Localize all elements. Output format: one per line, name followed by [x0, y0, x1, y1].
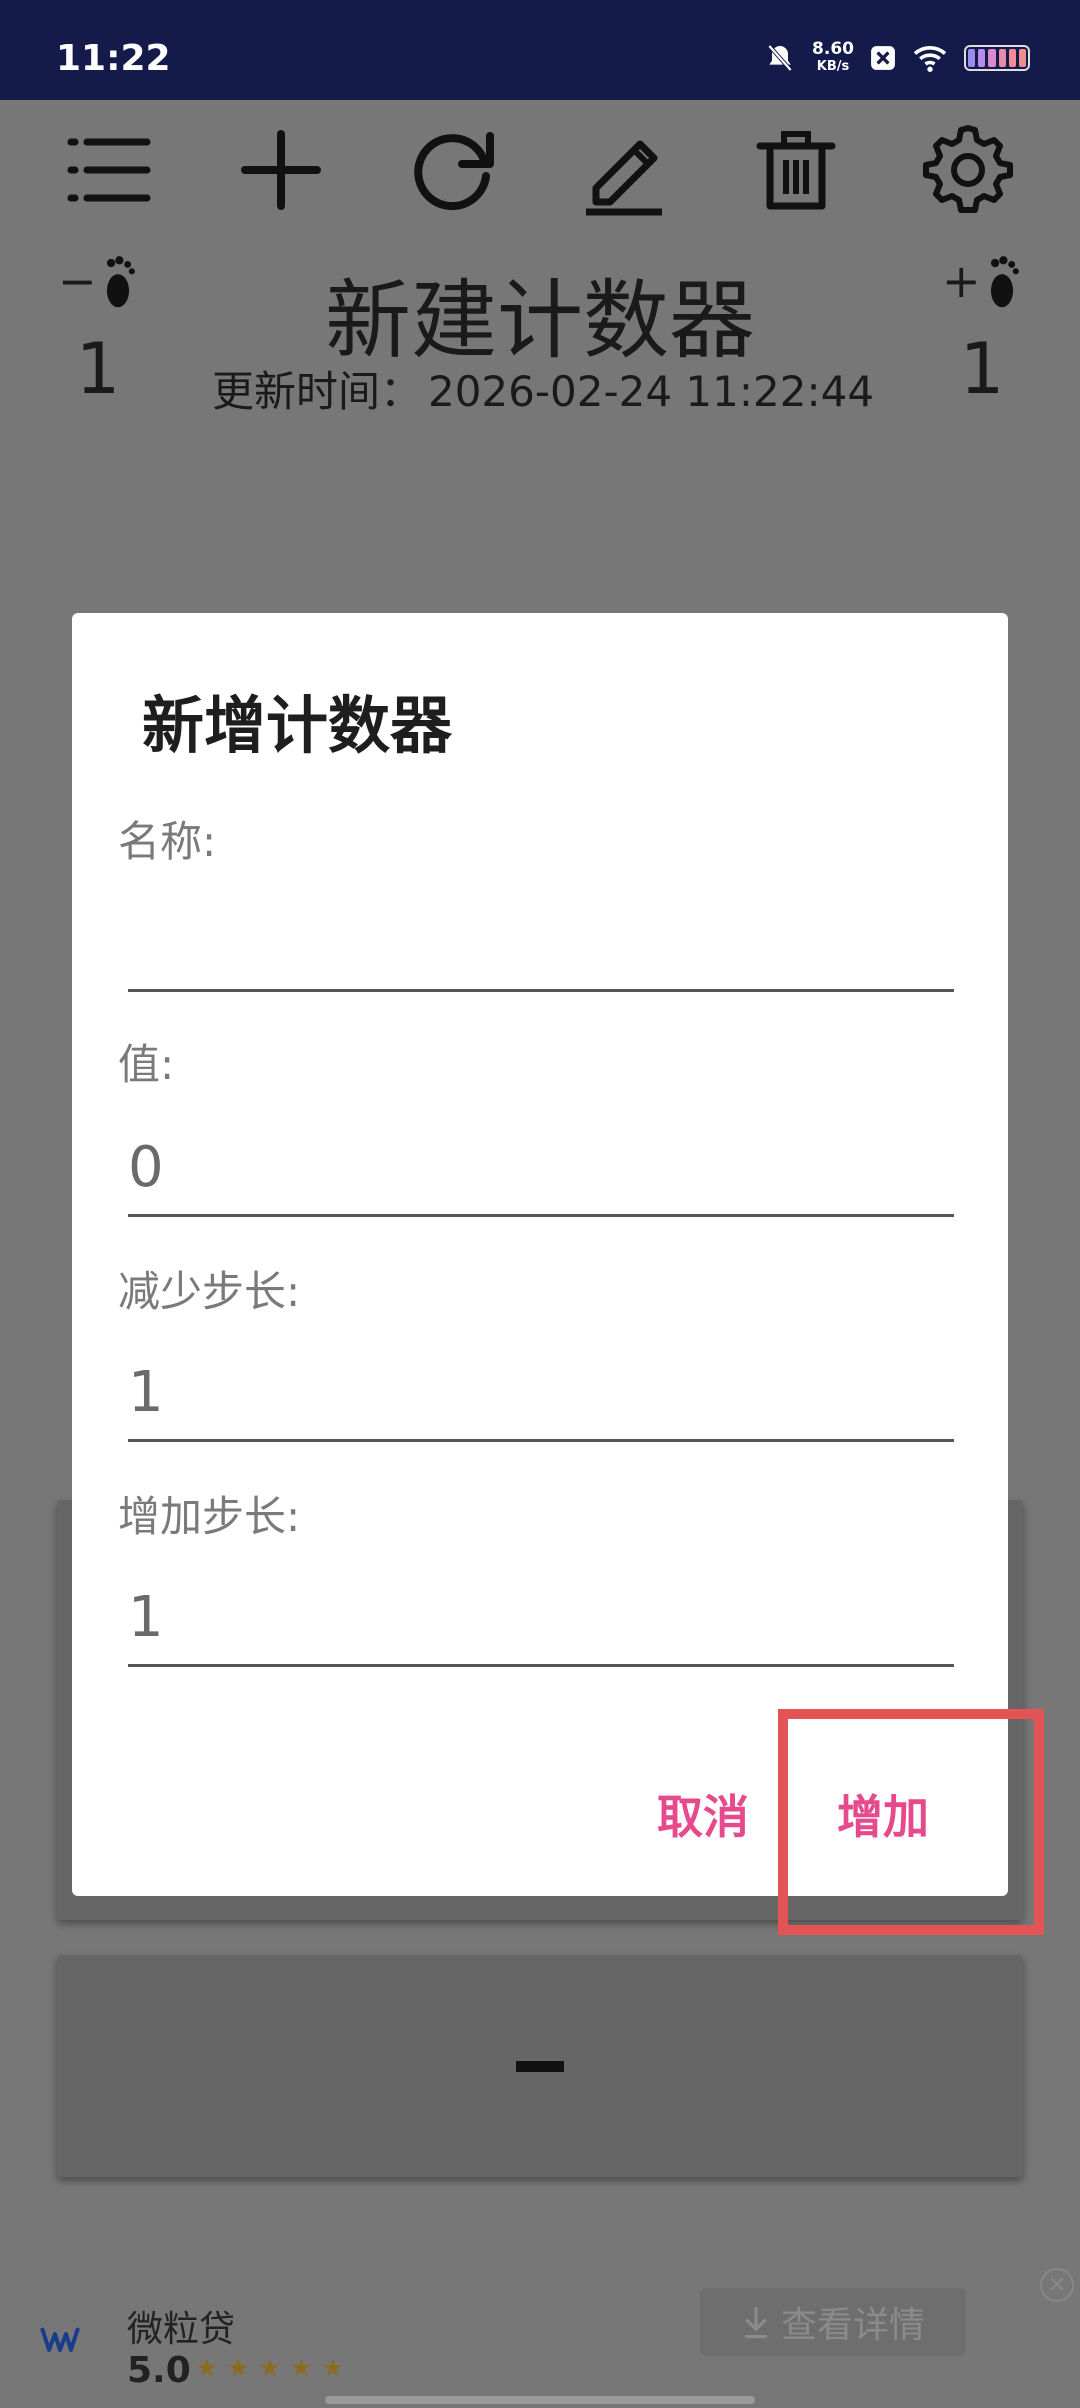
reset-icon[interactable] — [402, 120, 502, 220]
status-icons: 8.60 KB/s — [764, 40, 1030, 76]
net-speed: 8.60 KB/s — [812, 39, 854, 74]
ad-view-details-button[interactable]: 查看详情 — [700, 2288, 966, 2356]
bell-muted-icon — [767, 44, 793, 72]
edit-icon[interactable] — [574, 120, 674, 220]
decrease-step-input[interactable] — [128, 1346, 954, 1442]
ad-rating: 5.0 — [127, 2350, 191, 2391]
home-indicator[interactable] — [325, 2396, 755, 2404]
highlight-box — [778, 1709, 1044, 1935]
ad-button-label: 查看详情 — [780, 2305, 925, 2346]
add-icon[interactable] — [231, 120, 331, 220]
decrease-step-label: 减少步长: — [118, 1267, 301, 1316]
cancel-button[interactable]: 取消 — [657, 1781, 749, 1847]
ad-banner[interactable]: 微粒贷 5.0 ★★★★★ 查看详情 ✕ 广告 — [0, 2260, 1080, 2408]
menu-icon[interactable] — [61, 120, 161, 220]
decrement-button[interactable] — [57, 1955, 1023, 2177]
name-input[interactable] — [128, 896, 954, 992]
ad-app-name: 微粒贷 — [127, 2309, 236, 2350]
star-rating-icons: ★★★★★ — [196, 2354, 354, 2382]
download-icon — [745, 2307, 767, 2339]
counter-title: 新建计数器 — [325, 271, 755, 371]
update-time-label: 更新时间： — [211, 367, 422, 416]
value-input[interactable] — [128, 1121, 954, 1217]
x-app-icon — [871, 46, 895, 70]
new-counter-dialog: 新增计数器 名称: 值: 减少步长: 增加步长: 取消 增加 — [72, 613, 1008, 1896]
update-time-value: 2026-02-24 11:22:44 — [427, 367, 875, 416]
settings-icon[interactable] — [918, 120, 1018, 220]
ad-close-icon[interactable]: ✕ — [1040, 2268, 1074, 2302]
name-label: 名称: — [118, 817, 217, 866]
app-logo-icon — [40, 2327, 80, 2352]
wifi-icon — [913, 46, 947, 72]
update-time-row: 更新时间： 2026-02-24 11:22:44 — [0, 358, 1080, 419]
increase-step-label: 增加步长: — [118, 1492, 301, 1541]
status-time: 11:22 — [56, 38, 171, 79]
toolbar — [0, 120, 1080, 220]
dialog-title: 新增计数器 — [142, 689, 453, 762]
minus-icon — [516, 2060, 564, 2072]
increase-step-input[interactable] — [128, 1571, 954, 1667]
battery-icon — [964, 45, 1030, 71]
delete-icon[interactable] — [746, 120, 846, 220]
ad-tag: 广告 — [1008, 2366, 1061, 2396]
status-bar: 11:22 8.60 KB/s — [0, 0, 1080, 100]
value-label: 值: — [118, 1040, 175, 1089]
